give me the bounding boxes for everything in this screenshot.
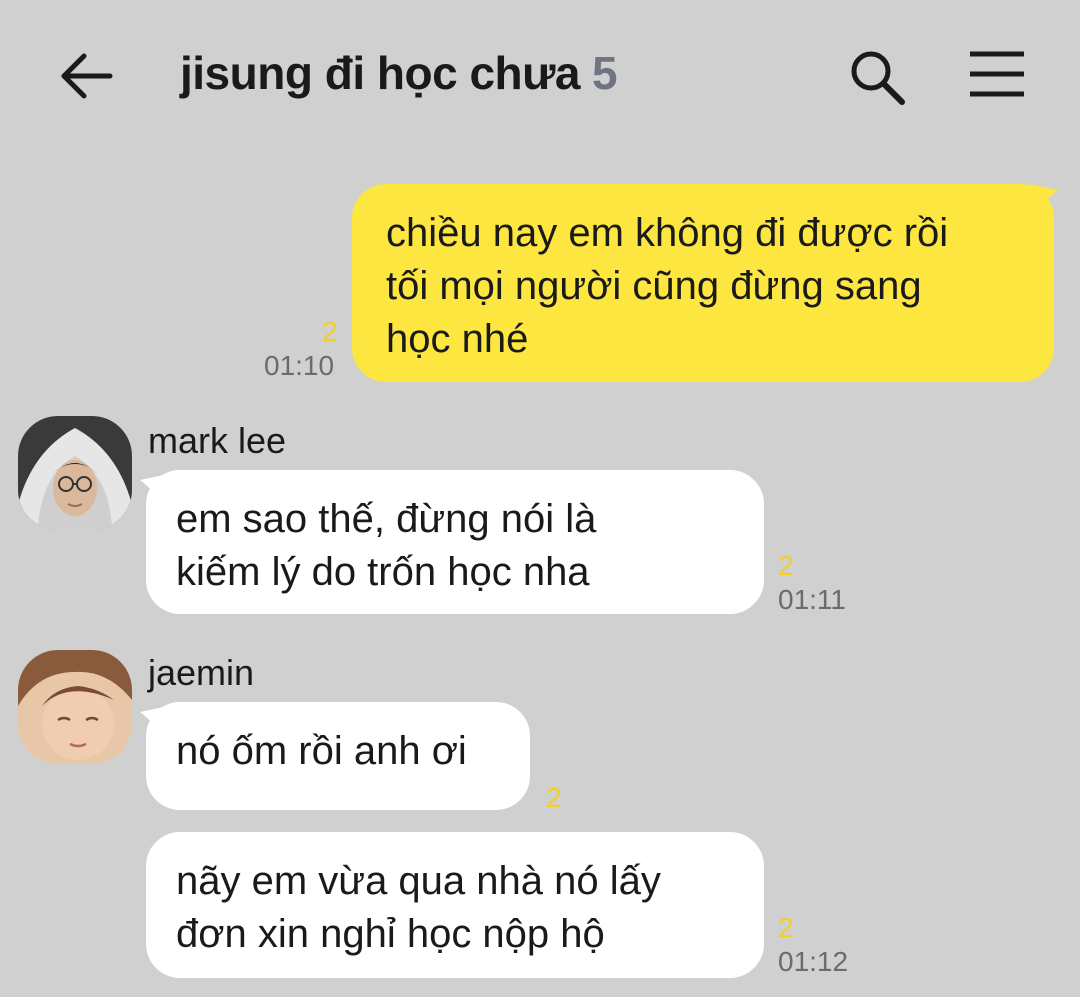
message-bubble-incoming[interactable]: em sao thế, đừng nói là kiếm lý do trốn …	[146, 470, 764, 614]
member-count: 5	[592, 47, 618, 99]
menu-button[interactable]	[966, 48, 1028, 104]
chat-header: jisung đi học chưa 5	[0, 0, 1080, 150]
message-bubble-outgoing[interactable]: chiều nay em không đi được rồi tối mọi n…	[352, 184, 1054, 382]
message-bubble-incoming[interactable]: nãy em vừa qua nhà nó lấy đơn xin nghỉ h…	[146, 832, 764, 978]
unread-count: 2	[546, 782, 562, 813]
search-icon	[851, 51, 905, 105]
search-button[interactable]	[846, 46, 908, 108]
avatar-mark-lee[interactable]	[18, 416, 132, 530]
unread-count: 2	[322, 316, 338, 347]
chat-title: jisung đi học chưa 5	[180, 46, 618, 100]
message-bubble-incoming[interactable]: nó ốm rồi anh ơi	[146, 702, 530, 810]
unread-count: 2	[778, 550, 794, 581]
chat-room-name: jisung đi học chưa	[180, 47, 581, 99]
hamburger-menu-icon	[970, 51, 1024, 97]
message-time: 01:10	[264, 350, 335, 381]
back-button[interactable]	[56, 46, 118, 108]
avatar-jaemin[interactable]	[18, 650, 132, 764]
unread-count: 2	[778, 912, 794, 943]
message-time: 01:12	[778, 946, 849, 977]
arrow-left-icon	[61, 53, 113, 99]
sender-name: mark lee	[148, 420, 287, 461]
sender-name: jaemin	[148, 652, 255, 693]
message-time: 01:11	[778, 584, 846, 615]
